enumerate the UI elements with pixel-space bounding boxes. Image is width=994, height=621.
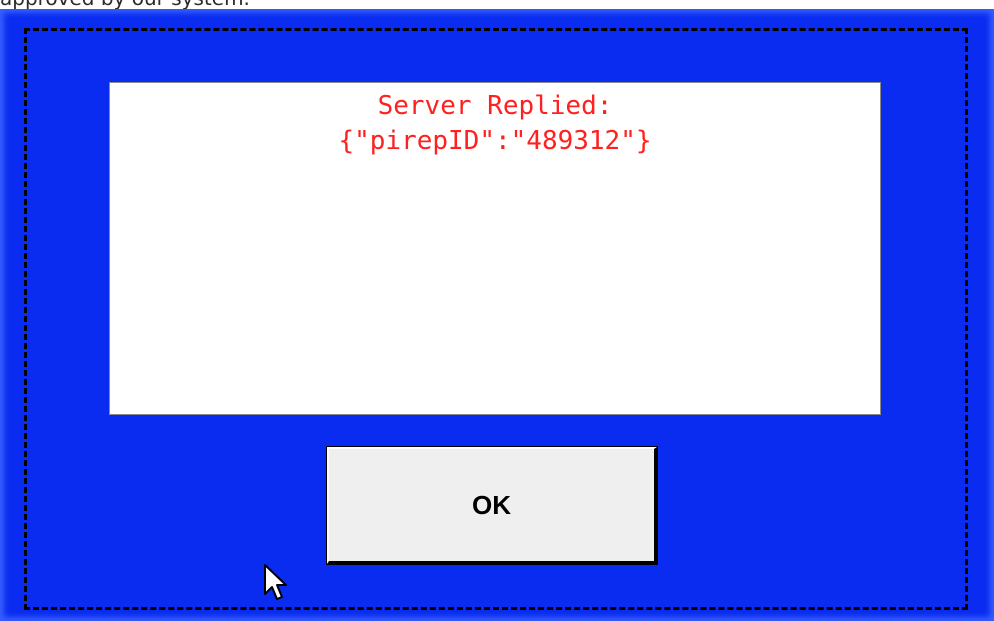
message-body: {"pirepID":"489312"} (338, 126, 652, 156)
message-box: Server Replied: {"pirepID":"489312"} (109, 82, 881, 415)
message-heading: Server Replied: (377, 91, 613, 121)
screen: approved by our system. Server Replied: … (0, 0, 994, 621)
ok-button[interactable]: OK (326, 446, 658, 565)
server-reply-dialog: Server Replied: {"pirepID":"489312"} OK (0, 9, 994, 621)
mouse-pointer-icon (264, 564, 287, 600)
